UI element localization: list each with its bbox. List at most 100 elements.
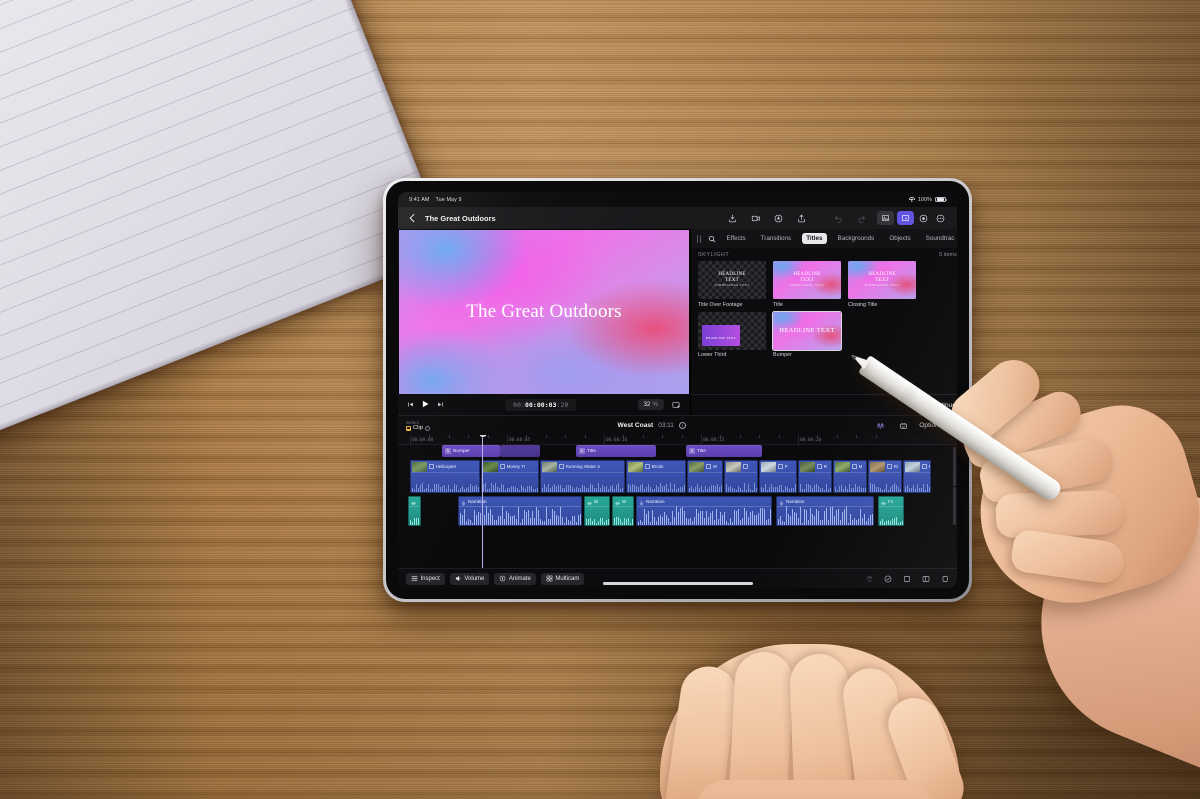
drag-grip-icon[interactable] (697, 234, 702, 243)
info-icon[interactable]: i (678, 422, 686, 429)
audio-clip-narration[interactable]: Narration (776, 496, 874, 526)
trash-icon[interactable] (866, 575, 873, 583)
multicam-button[interactable]: Multicam (540, 572, 585, 585)
tab-backgrounds[interactable]: Backgrounds (833, 233, 879, 244)
search-icon[interactable] (708, 235, 716, 243)
audio-clip-sfx[interactable]: Bi (584, 496, 610, 526)
audio-clip-narration[interactable]: Narration (458, 496, 582, 526)
video-clip-name: M (858, 464, 863, 469)
tab-effects[interactable]: Effects (722, 233, 750, 244)
video-clip-thumbnail (689, 461, 704, 472)
video-clip-waveform (834, 472, 866, 492)
split-view-icon[interactable] (922, 575, 930, 583)
video-clip-thumbnail (483, 461, 498, 472)
import-media-icon[interactable] (725, 212, 740, 225)
thumbnail-title[interactable]: HEADLINE TEXT SUBHEADING TEXT (773, 261, 841, 299)
tab-soundtracks[interactable]: Soundtrac (921, 233, 957, 244)
grid-item-title-over-footage[interactable]: HEADLINE TEXT SUBHEADING TEXT Title Over… (698, 261, 766, 308)
media-library-button[interactable] (877, 211, 894, 225)
video-clip-name: P (784, 464, 788, 469)
video-clip[interactable]: M (903, 460, 931, 493)
select-value-row: Clip (406, 425, 430, 431)
thumbnail-bumper[interactable]: HEADLINE TEXT (771, 310, 843, 351)
audio-clip-sfx[interactable] (408, 496, 421, 526)
undo-icon[interactable] (831, 212, 846, 225)
title-clip[interactable]: A Bumper (442, 445, 500, 457)
selection-circle-icon[interactable] (425, 425, 430, 431)
zoom-level[interactable]: 32 % (637, 399, 664, 410)
more-options-button[interactable] (934, 211, 948, 225)
ruler-tick-minor (856, 435, 858, 439)
video-clip[interactable]: Mossy Tr (481, 460, 539, 493)
tab-transitions[interactable]: Transitions (756, 233, 796, 244)
ruler-label: 00:00:05 (509, 438, 531, 443)
tab-objects[interactable]: Objects (885, 233, 915, 244)
effects-browser-button[interactable] (897, 211, 914, 225)
title-clip[interactable]: A Title (686, 445, 762, 457)
video-clip-thumbnail (905, 461, 920, 472)
ruler-tick-minor (642, 435, 644, 439)
timeline-settings-icon[interactable] (873, 419, 888, 432)
back-button[interactable] (408, 214, 417, 223)
headline-subline: SUBHEADING TEXT (789, 283, 825, 288)
crop-icon[interactable] (903, 575, 911, 583)
audio-clip-narration[interactable]: Narration (636, 496, 772, 526)
thumbnail-title-over-footage[interactable]: HEADLINE TEXT SUBHEADING TEXT (698, 261, 766, 299)
animate-button[interactable]: Animate (494, 572, 536, 585)
bumper-headline: HEADLINE TEXT (779, 326, 835, 334)
video-clip[interactable]: M (833, 460, 867, 493)
home-indicator[interactable] (602, 582, 753, 585)
title-clip-extension[interactable] (500, 445, 540, 457)
skip-to-end-icon[interactable] (437, 401, 444, 408)
viewer-display-icon[interactable] (671, 401, 681, 409)
browser-mode-segments (877, 211, 947, 225)
play-button[interactable] (421, 396, 430, 414)
video-preview[interactable]: The Great Outdoors (399, 230, 689, 394)
title-clip[interactable]: A Title (576, 445, 656, 457)
voiceover-icon[interactable] (771, 212, 786, 225)
audio-clip-sfx[interactable]: Fo (878, 496, 904, 526)
preview-title-text: The Great Outdoors (466, 301, 622, 322)
tab-titles[interactable]: Titles (801, 232, 828, 245)
inspect-button[interactable]: Inspect (406, 572, 445, 585)
headline-line1: HEADLINE (793, 272, 821, 278)
redo-icon[interactable] (854, 212, 869, 225)
timeline[interactable]: 00:00:00 00:00:05 00:00:10 00:00:15 00:00:20… (398, 435, 957, 568)
thumbnail-closing-title[interactable]: HEADLINE TEXT SUBHEADING TEXT (848, 261, 916, 299)
video-clip[interactable]: Running Water 2 (540, 460, 625, 493)
headline-subline: SUBHEADING TEXT (864, 283, 900, 288)
video-clip[interactable] (724, 460, 758, 493)
grid-item-title[interactable]: HEADLINE TEXT SUBHEADING TEXT Title (773, 261, 841, 308)
thumbnail-lower-third[interactable]: HEADLINE TEXT (698, 311, 766, 350)
video-clip[interactable]: W (687, 460, 723, 493)
video-clip-thumbnail (628, 461, 643, 472)
video-clip[interactable]: P (759, 460, 797, 493)
audio-browser-button[interactable] (917, 211, 931, 225)
video-clip-waveform (725, 472, 757, 492)
grid-item-bumper[interactable]: HEADLINE TEXT Bumper (771, 310, 843, 358)
record-video-icon[interactable] (748, 212, 763, 225)
playhead[interactable] (479, 435, 486, 568)
clip-icon (406, 425, 411, 431)
video-clip[interactable]: Ri (868, 460, 902, 493)
video-clip[interactable]: R (798, 460, 832, 493)
grid-item-closing-title[interactable]: HEADLINE TEXT SUBHEADING TEXT Closing Ti… (848, 261, 916, 308)
audio-clip-sfx[interactable]: W (612, 496, 634, 526)
grid-item-lower-third[interactable]: HEADLINE TEXT Lower Third (698, 311, 766, 358)
video-clip-badge-icon (500, 464, 505, 469)
caption: Title (773, 301, 783, 308)
selection-indicator[interactable]: Select Clip (406, 420, 430, 431)
ruler-tick-major (410, 435, 411, 445)
volume-button[interactable]: Volume (449, 572, 490, 585)
share-icon[interactable] (794, 212, 809, 225)
video-clip[interactable]: Brook (626, 460, 686, 493)
status-date: Tue May 9 (435, 196, 462, 203)
video-clip-waveform (904, 472, 930, 492)
video-clip-name: Running Water 2 (565, 464, 600, 469)
zoom-unit: % (652, 401, 658, 408)
timecode-display[interactable]: 00:00:00:03:20 (505, 398, 577, 411)
skip-to-start-icon[interactable] (407, 401, 414, 408)
checkmark-circle-icon[interactable] (884, 575, 892, 583)
video-clip[interactable]: Helicopter (410, 460, 480, 493)
ruler-tick-major (798, 435, 799, 445)
